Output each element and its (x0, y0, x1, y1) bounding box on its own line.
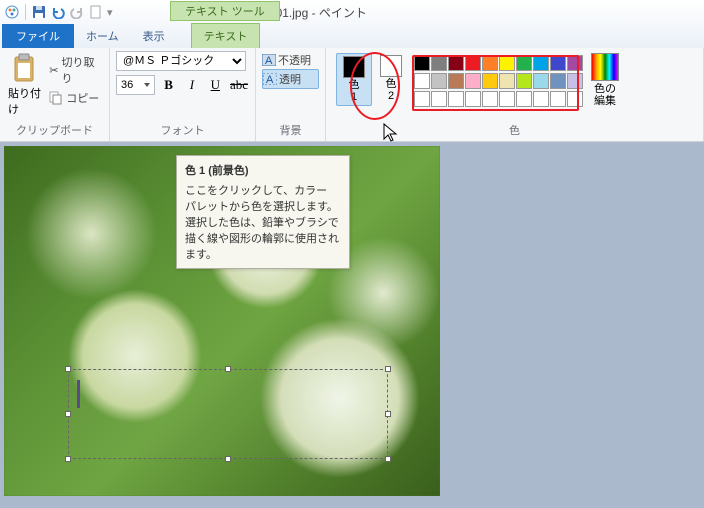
palette-swatch[interactable] (482, 73, 498, 89)
tab-view[interactable]: 表示 (131, 24, 177, 48)
font-size-select[interactable]: 36 (116, 75, 155, 95)
palette-swatch[interactable] (431, 55, 447, 71)
palette-swatch[interactable] (533, 91, 549, 107)
opaque-icon: A (262, 54, 276, 66)
color-palette (414, 55, 583, 107)
ribbon: 貼り付け ✂切り取り コピー クリップボード @ＭＳ Ｐゴシック 36 B I … (0, 48, 704, 142)
palette-swatch[interactable] (482, 91, 498, 107)
ribbon-tabs: ファイル ホーム 表示 テキスト (0, 24, 704, 48)
handle-bl[interactable] (65, 456, 71, 462)
cursor-icon (382, 122, 400, 149)
app-icon (4, 4, 20, 20)
font-label: フォント (116, 120, 249, 141)
handle-br[interactable] (385, 456, 391, 462)
palette-swatch[interactable] (499, 73, 515, 89)
palette-swatch[interactable] (567, 73, 583, 89)
rainbow-icon (591, 53, 619, 81)
palette-swatch[interactable] (499, 91, 515, 107)
color2-swatch (380, 55, 402, 77)
save-icon[interactable] (31, 4, 47, 20)
group-background: A不透明 A透明 背景 (256, 48, 326, 141)
palette-swatch[interactable] (550, 73, 566, 89)
svg-text:A: A (265, 55, 273, 66)
text-box[interactable] (68, 369, 388, 459)
handle-tl[interactable] (65, 366, 71, 372)
background-label: 背景 (262, 120, 319, 141)
underline-button[interactable]: U (206, 75, 225, 95)
handle-mr[interactable] (385, 411, 391, 417)
redo-icon[interactable] (69, 4, 85, 20)
edit-colors-button[interactable]: 色の 編集 (591, 53, 619, 107)
opaque-button[interactable]: A不透明 (262, 51, 319, 69)
font-name-select[interactable]: @ＭＳ Ｐゴシック (116, 51, 246, 71)
palette-swatch[interactable] (567, 55, 583, 71)
paste-button[interactable]: 貼り付け (6, 51, 43, 119)
handle-tm[interactable] (225, 366, 231, 372)
qat-dropdown[interactable]: ▾ (107, 6, 113, 19)
palette-swatch[interactable] (533, 73, 549, 89)
palette-swatch[interactable] (516, 73, 532, 89)
handle-tr[interactable] (385, 366, 391, 372)
strikethrough-button[interactable]: abc (229, 75, 249, 95)
tab-text[interactable]: テキスト (191, 23, 261, 48)
palette-swatch[interactable] (465, 91, 481, 107)
undo-icon[interactable] (50, 4, 66, 20)
palette-swatch[interactable] (431, 91, 447, 107)
text-cursor (77, 380, 80, 408)
copy-icon (49, 91, 63, 105)
palette-swatch[interactable] (414, 73, 430, 89)
palette-swatch[interactable] (414, 55, 430, 71)
clipboard-label: クリップボード (6, 120, 103, 141)
handle-ml[interactable] (65, 411, 71, 417)
palette-swatch[interactable] (482, 55, 498, 71)
cut-button[interactable]: ✂切り取り (47, 53, 103, 87)
palette-swatch[interactable] (516, 91, 532, 107)
color1-swatch (343, 56, 365, 78)
palette-swatch[interactable] (533, 55, 549, 71)
palette-swatch[interactable] (448, 91, 464, 107)
palette-swatch[interactable] (567, 91, 583, 107)
paste-label: 貼り付け (8, 85, 41, 117)
contextual-tab-label: テキスト ツール (170, 1, 280, 21)
title-bar: ▾ テキスト ツール hana0501.jpg - ペイント (0, 0, 704, 24)
palette-swatch[interactable] (465, 55, 481, 71)
bold-button[interactable]: B (159, 75, 178, 95)
palette-swatch[interactable] (550, 91, 566, 107)
palette-swatch[interactable] (448, 55, 464, 71)
transparent-button[interactable]: A透明 (262, 69, 319, 89)
tab-file[interactable]: ファイル (2, 24, 74, 48)
palette-swatch[interactable] (414, 91, 430, 107)
palette-swatch[interactable] (431, 73, 447, 89)
canvas-area (4, 146, 704, 496)
italic-button[interactable]: I (182, 75, 201, 95)
color2-button[interactable]: 色 2 (374, 53, 408, 104)
scissors-icon: ✂ (49, 64, 58, 77)
tooltip: 色 1 (前景色) ここをクリックして、カラー パレットから色を選択します。選択… (176, 155, 350, 269)
document-icon[interactable] (88, 4, 104, 20)
tab-home[interactable]: ホーム (74, 24, 131, 48)
palette-swatch[interactable] (516, 55, 532, 71)
group-clipboard: 貼り付け ✂切り取り コピー クリップボード (0, 48, 110, 141)
handle-bm[interactable] (225, 456, 231, 462)
palette-swatch[interactable] (465, 73, 481, 89)
tooltip-body: ここをクリックして、カラー パレットから色を選択します。選択した色は、鉛筆やブラ… (185, 182, 341, 262)
palette-swatch[interactable] (499, 55, 515, 71)
color1-button[interactable]: 色 1 (336, 53, 372, 106)
group-font: @ＭＳ Ｐゴシック 36 B I U abc フォント (110, 48, 256, 141)
svg-text:A: A (266, 74, 274, 85)
palette-swatch[interactable] (448, 73, 464, 89)
palette-swatch[interactable] (550, 55, 566, 71)
copy-button[interactable]: コピー (47, 89, 103, 107)
tooltip-title: 色 1 (前景色) (185, 162, 341, 178)
transparent-icon: A (263, 73, 277, 85)
